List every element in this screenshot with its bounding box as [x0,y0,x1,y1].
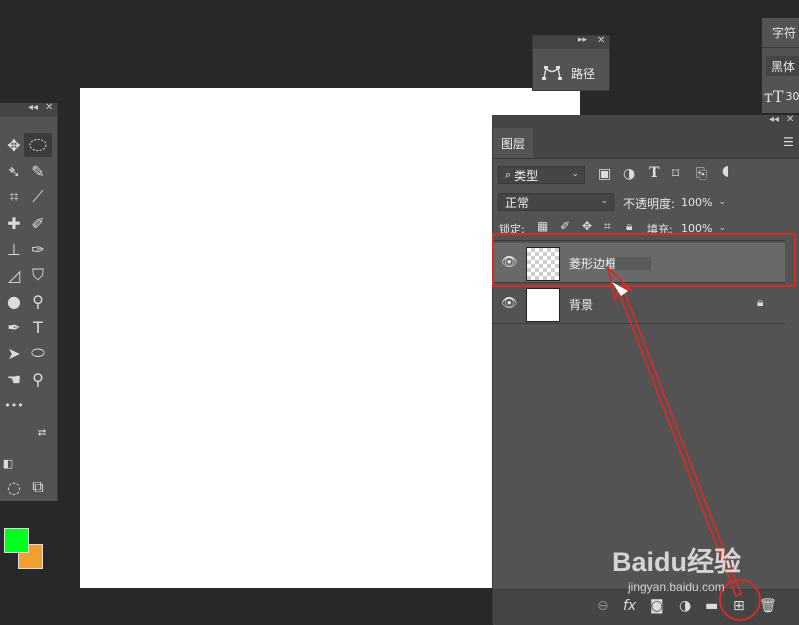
highlight-circle [719,579,761,621]
watermark-brand: Baidu经验 [612,547,742,577]
annotation-overlay [492,233,796,621]
highlight-box [492,233,796,287]
watermark-url: jingyan.baidu.com [628,580,725,594]
